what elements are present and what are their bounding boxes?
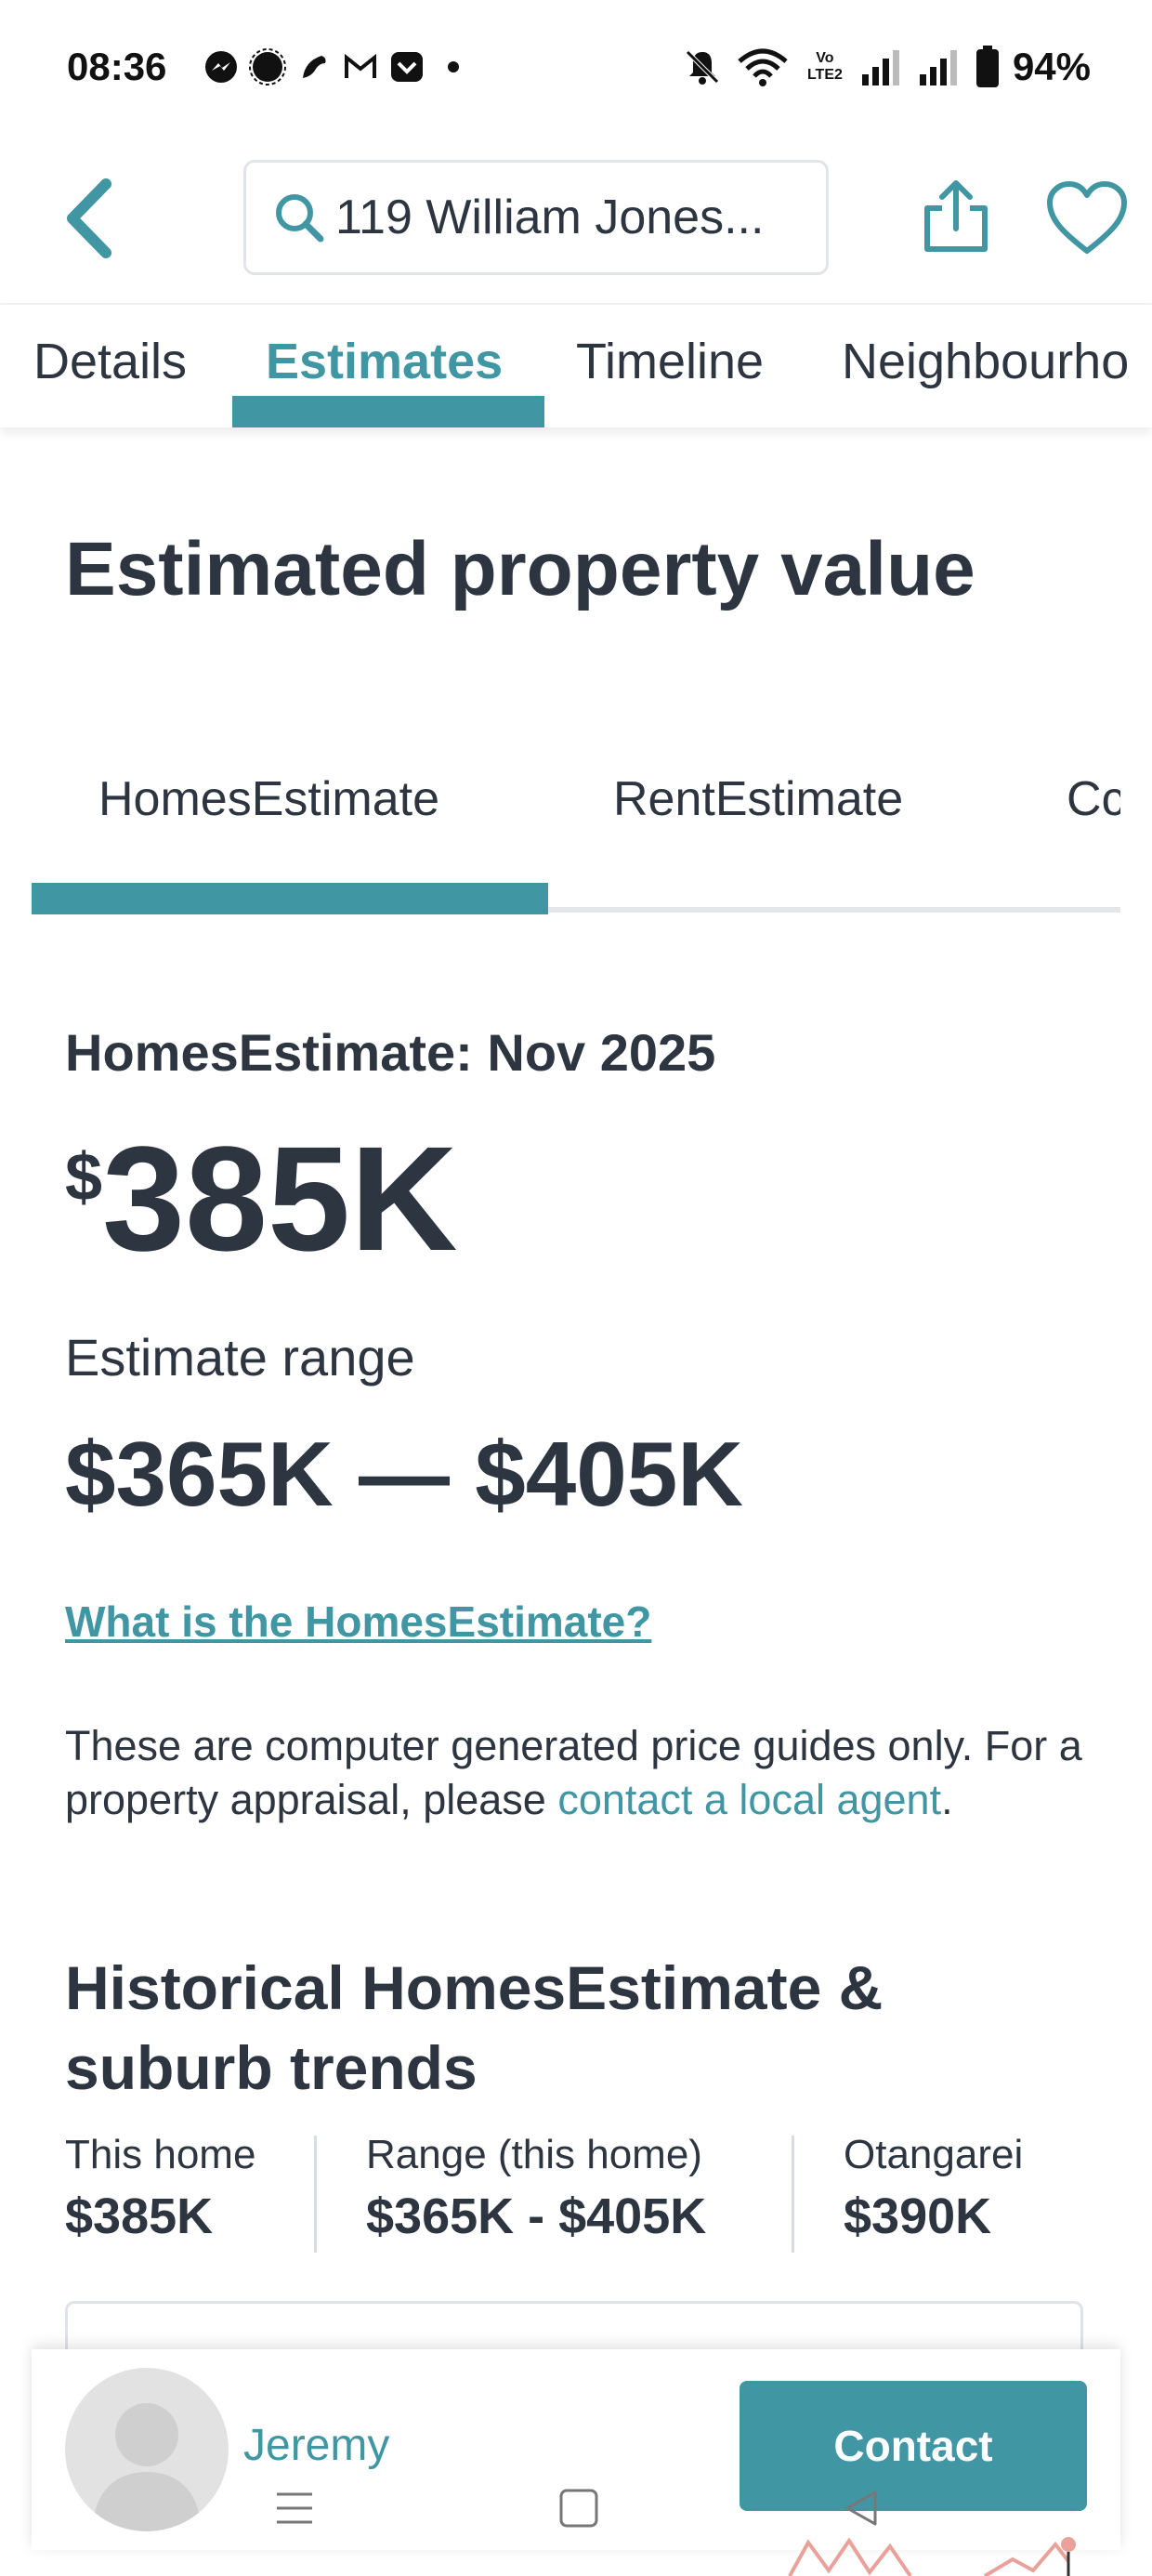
heart-icon[interactable] — [1044, 178, 1130, 258]
search-input[interactable]: 119 William Jones... — [243, 160, 829, 275]
active-tab-indicator — [232, 396, 544, 427]
estimate-amount: 385K — [102, 1115, 458, 1281]
what-is-homesestimate-link[interactable]: What is the HomesEstimate? — [65, 1597, 651, 1647]
chart-line-peek — [788, 2537, 1076, 2576]
search-value: 119 William Jones... — [335, 191, 765, 244]
tab-rentestimate[interactable]: RentEstimate — [613, 771, 903, 827]
recents-menu-icon[interactable] — [271, 2487, 318, 2530]
notification-icons — [203, 48, 472, 85]
stat-label: Range (this home) — [366, 2132, 702, 2177]
active-estimate-tab-indicator — [32, 883, 548, 914]
historical-title: Historical HomesEstimate & suburb trends — [65, 1953, 884, 2102]
mute-icon — [686, 50, 719, 85]
status-bar: 08:36 Vo LTE2 94% — [0, 0, 1152, 139]
back-triangle-icon[interactable] — [840, 2487, 883, 2530]
currency-symbol: $ — [65, 1140, 103, 1215]
stat-value: $390K — [844, 2188, 992, 2244]
pocket-icon — [391, 52, 423, 82]
tab-details[interactable]: Details — [33, 333, 187, 390]
tab-neighbourhood[interactable]: Neighbourho — [842, 333, 1129, 390]
disclaimer-end: . — [941, 1776, 953, 1823]
estimate-value: $385K — [65, 1115, 458, 1282]
disclaimer: These are computer generated price guide… — [65, 1719, 1096, 1827]
stat-this-home: This home $385K — [65, 2132, 255, 2245]
system-nav-bar — [0, 2476, 1152, 2537]
share-icon[interactable] — [916, 177, 996, 256]
stat-range: Range (this home) $365K - $405K — [366, 2132, 706, 2245]
stat-divider — [792, 2136, 794, 2253]
stat-value: $385K — [65, 2188, 214, 2244]
cell-signal-1-icon — [861, 50, 899, 85]
status-time: 08:36 — [67, 45, 167, 88]
tab-homesestimate[interactable]: HomesEstimate — [98, 771, 439, 827]
tab-cc[interactable]: Cc — [1067, 771, 1120, 827]
back-arrow-icon[interactable] — [58, 177, 123, 260]
estimate-tab-bar: HomesEstimate RentEstimate Cc — [32, 762, 1120, 920]
range-label: Estimate range — [65, 1328, 415, 1387]
agent-name[interactable]: Jeremy — [243, 2420, 389, 2471]
top-tab-bar: Details Estimates Timeline Neighbourho — [0, 303, 1152, 427]
gmail-icon — [345, 53, 376, 78]
more-dot-icon — [448, 61, 459, 72]
status-right: Vo LTE2 94% — [682, 45, 1091, 89]
home-square-icon[interactable] — [557, 2487, 600, 2530]
volte-label: Vo LTE2 — [806, 50, 843, 83]
stat-suburb: Otangarei $390K — [844, 2132, 1023, 2245]
stat-label: This home — [65, 2132, 256, 2177]
range-value: $365K — $405K — [65, 1423, 744, 1525]
wifi-icon — [738, 48, 788, 86]
search-icon — [276, 194, 324, 243]
battery-icon — [975, 46, 999, 87]
stat-label: Otangarei — [844, 2132, 1024, 2177]
header: 119 William Jones... — [0, 139, 1152, 297]
stat-value: $365K - $405K — [366, 2188, 707, 2244]
bird-app-icon — [303, 56, 326, 78]
page-title: Estimated property value — [65, 527, 975, 611]
tab-estimates[interactable]: Estimates — [266, 333, 503, 390]
battery-percent: 94% — [1012, 45, 1091, 88]
tab-timeline[interactable]: Timeline — [576, 333, 764, 390]
signal-app-icon — [249, 48, 286, 85]
estimate-heading: HomesEstimate: Nov 2025 — [65, 1023, 716, 1082]
messenger-icon — [205, 51, 237, 83]
stat-divider — [314, 2136, 317, 2253]
stats-row: This home $385K Range (this home) $365K … — [65, 2132, 1106, 2253]
contact-agent-link[interactable]: contact a local agent — [557, 1776, 941, 1823]
cell-signal-2-icon — [919, 50, 957, 85]
page: 08:36 Vo LTE2 94% 119 William Jones... D… — [0, 0, 1152, 2576]
